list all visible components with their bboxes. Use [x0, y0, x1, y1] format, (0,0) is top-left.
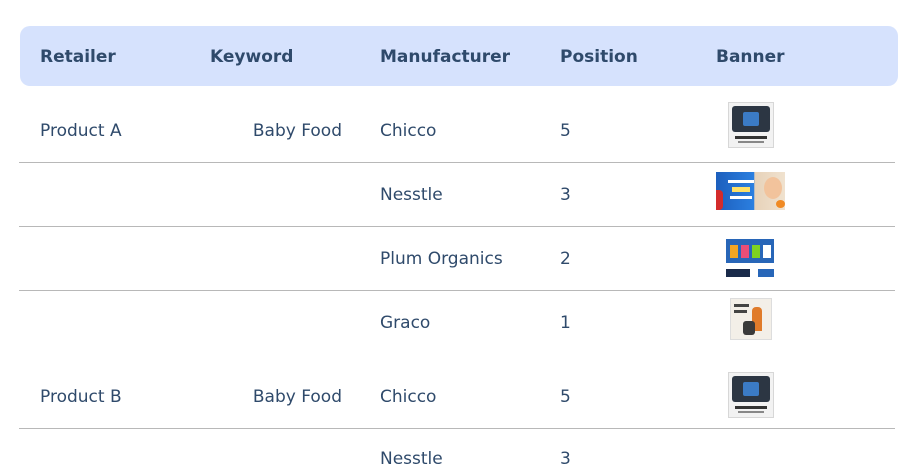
- chicco-banner-image[interactable]: [728, 102, 774, 148]
- row-divider: [19, 162, 895, 163]
- table-header: Retailer Keyword Manufacturer Position B…: [20, 26, 898, 86]
- manufacturer-cell: Graco: [380, 313, 431, 333]
- retailer-cell: Product B: [40, 387, 122, 407]
- position-cell: 3: [560, 449, 571, 469]
- position-cell: 1: [560, 313, 571, 333]
- header-manufacturer[interactable]: Manufacturer: [380, 26, 510, 86]
- position-cell: 5: [560, 387, 571, 407]
- manufacturer-cell: Chicco: [380, 387, 437, 407]
- manufacturer-cell: Plum Organics: [380, 249, 503, 269]
- position-cell: 2: [560, 249, 571, 269]
- plum-organics-banner-image[interactable]: [726, 239, 774, 278]
- keyword-cell: Baby Food: [252, 121, 342, 141]
- graco-banner-image[interactable]: [730, 298, 772, 340]
- header-banner[interactable]: Banner: [716, 26, 785, 86]
- header-retailer[interactable]: Retailer: [40, 26, 116, 86]
- row-divider: [19, 428, 895, 429]
- row-divider: [19, 290, 895, 291]
- retailer-cell: Product A: [40, 121, 122, 141]
- nestle-banner-image[interactable]: [716, 172, 785, 210]
- manufacturer-cell: Chicco: [380, 121, 437, 141]
- row-divider: [19, 226, 895, 227]
- position-cell: 3: [560, 185, 571, 205]
- keyword-cell: Baby Food: [252, 387, 342, 407]
- header-keyword[interactable]: Keyword: [210, 26, 293, 86]
- position-cell: 5: [560, 121, 571, 141]
- manufacturer-cell: Nesstle: [380, 185, 443, 205]
- chicco-banner-image[interactable]: [728, 372, 774, 418]
- manufacturer-cell: Nesstle: [380, 449, 443, 469]
- header-position[interactable]: Position: [560, 26, 638, 86]
